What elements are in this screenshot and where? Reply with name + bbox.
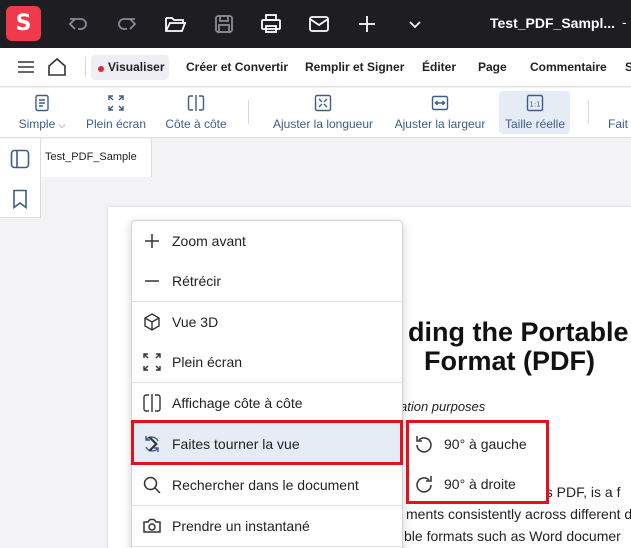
context-item-label: Plein écran [172,354,243,370]
zoom-in-plus-icon [145,234,159,248]
actual-size-icon: 1:1 [526,94,544,112]
document-tab[interactable]: Test_PDF_Sample [41,139,152,177]
tool-taille-reelle[interactable]: 1:1 Taille réelle [501,88,569,138]
context-item-label: Rechercher dans le document [172,477,359,493]
tool-plein-ecran[interactable]: Plein écran [84,88,148,138]
tool-taille-reelle-label: Taille réelle [504,117,566,131]
document-text-line: ble formats such as Word documer [404,528,621,544]
menu-separator [85,57,86,77]
home-icon[interactable] [46,56,68,78]
tool-ajuster-longueur[interactable]: Ajuster la longueur [270,88,376,138]
context-item-label: Vue 3D [172,314,219,330]
toolbar-separator [248,100,249,124]
menu-visualiser[interactable]: Visualiser [108,60,164,74]
context-item-label: Rétrécir [172,273,222,289]
expand-icon [108,95,124,111]
document-text-line: as PDF, is a f [538,484,621,500]
document-heading-line2: Format (PDF) [424,346,595,376]
tool-ajuster-largeur[interactable]: Ajuster la largeur [392,88,488,138]
tool-simple[interactable]: Simple ⌵ [16,88,68,138]
context-item-rechercher[interactable]: Rechercher dans le document [132,465,402,505]
menu-overflow[interactable]: S [625,60,631,74]
minimize-button[interactable]: - [622,14,627,30]
left-panel-rail [0,139,41,218]
search-icon [143,476,161,494]
zoom-out-minus-icon [145,280,159,282]
page-icon [35,94,49,112]
side-by-side-icon [187,95,205,111]
title-bar: S Test_PDF_Sampl... - [0,0,631,48]
menu-creer-convertir[interactable]: Créer et Convertir [186,60,288,74]
active-dot [98,66,104,72]
context-item-label: Prendre un instantané [172,518,310,534]
chevron-down-icon[interactable] [403,12,427,36]
tool-ajuster-largeur-label: Ajuster la largeur [394,117,486,131]
cube-3d-icon [144,313,160,331]
mail-icon[interactable] [307,12,331,36]
tool-simple-label: Simple [18,117,56,131]
context-menu: Zoom avant Rétrécir Vue 3D Plein écran A… [131,220,403,548]
menu-commentaire[interactable]: Commentaire [530,60,607,74]
redo-icon[interactable] [115,12,139,36]
app-logo[interactable]: S [6,6,41,41]
menu-remplir-signer[interactable]: Remplir et Signer [305,60,404,74]
tool-overflow[interactable]: Fait [608,88,631,138]
document-title: Test_PDF_Sampl... [490,15,616,31]
context-item-instantane[interactable]: Prendre un instantané [132,506,402,546]
tool-ajuster-longueur-label: Ajuster la longueur [272,117,374,131]
toolbar-separator [588,100,589,124]
menu-bar: Visualiser Créer et Convertir Remplir et… [0,48,631,87]
hamburger-menu-icon[interactable] [15,56,37,78]
tool-cote-a-cote[interactable]: Côte à côte [164,88,228,138]
fullscreen-icon [143,353,161,371]
document-subtitle: ation purposes [400,399,486,414]
menu-page[interactable]: Page [478,60,507,74]
tool-overflow-label: Fait [608,117,629,131]
fit-width-icon [431,95,449,111]
fit-page-icon [314,94,332,112]
context-item-retrecir[interactable]: Rétrécir [132,261,402,301]
side-by-side-icon [143,394,161,412]
folder-open-icon[interactable] [163,12,187,36]
context-item-vue-3d[interactable]: Vue 3D [132,302,402,342]
document-text-line: ments consistently across different d [406,506,631,522]
bookmark-icon[interactable] [9,188,31,210]
view-toolbar: Simple ⌵ Plein écran Côte à côte Ajuster… [0,88,631,138]
context-item-affichage-cote-a-cote[interactable]: Affichage côte à côte [132,383,402,423]
menu-editer[interactable]: Éditer [422,60,456,74]
tool-cote-a-cote-label: Côte à côte [165,117,227,131]
camera-icon [143,518,161,533]
undo-icon[interactable] [66,12,90,36]
context-item-label: Zoom avant [172,233,246,249]
document-tab-label: Test_PDF_Sample [45,151,137,163]
svg-text:1:1: 1:1 [529,100,540,108]
highlight-box-rotate [131,420,403,465]
context-item-plein-ecran[interactable]: Plein écran [132,342,402,382]
highlight-box-submenu [406,420,549,504]
menu-divider [132,546,402,547]
plus-icon[interactable] [355,12,379,36]
tool-plein-ecran-label: Plein écran [85,117,147,131]
sidebar-toggle-icon[interactable] [9,148,31,170]
context-item-label: Affichage côte à côte [172,395,303,411]
context-item-zoom-avant[interactable]: Zoom avant [132,221,402,261]
chevron-down-icon: ⌵ [58,120,66,130]
document-heading-line1: ding the Portable [408,317,629,347]
save-icon[interactable] [212,12,236,36]
print-icon[interactable] [259,12,283,36]
